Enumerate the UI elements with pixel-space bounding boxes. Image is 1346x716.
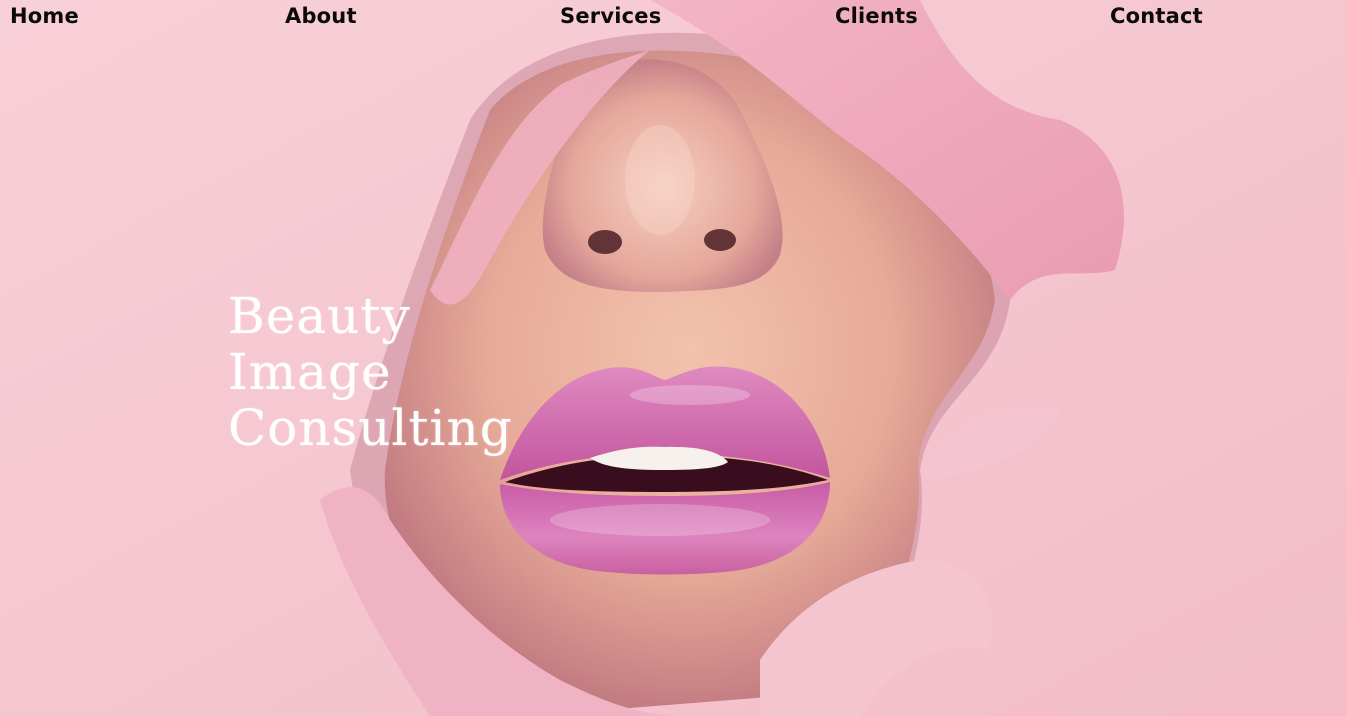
hero-title-line: Beauty <box>228 287 411 345</box>
hero-title: Beauty Image Consulting <box>228 288 513 456</box>
main-navigation: Home About Services Clients Contact <box>0 0 1346 40</box>
nav-link-about[interactable]: About <box>285 4 357 28</box>
nav-link-home[interactable]: Home <box>10 4 79 28</box>
nav-link-clients[interactable]: Clients <box>835 4 918 28</box>
hero-illustration <box>0 0 1346 716</box>
nav-link-contact[interactable]: Contact <box>1110 4 1203 28</box>
hero-title-line: Image <box>228 343 392 401</box>
hero-image <box>0 0 1346 716</box>
nav-link-services[interactable]: Services <box>560 4 661 28</box>
hero-title-line: Consulting <box>228 399 513 457</box>
